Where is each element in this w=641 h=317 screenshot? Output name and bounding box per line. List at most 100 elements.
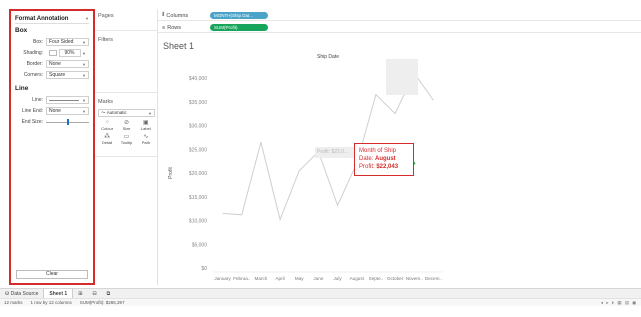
- corners-label: Corners:: [23, 72, 43, 78]
- status-marks: 12 marks: [4, 300, 23, 305]
- border-dropdown[interactable]: None ▼: [46, 60, 89, 68]
- annotation-profit-value: $22,043: [376, 164, 399, 170]
- tooltip-button[interactable]: ▭ Tooltip: [117, 133, 135, 146]
- corners-row: Corners: Square ▼: [15, 70, 89, 80]
- shading-swatch[interactable]: [49, 50, 57, 56]
- rows-pill[interactable]: SUM(Profit): [210, 24, 268, 31]
- x-tick-label: Septe..: [369, 276, 384, 281]
- end-size-slider[interactable]: [46, 118, 89, 126]
- marks-title: Marks: [98, 99, 113, 105]
- corners-dropdown[interactable]: Square ▼: [46, 71, 89, 79]
- chevron-down-icon: ▼: [82, 39, 86, 45]
- data-source-tab[interactable]: ⛁ Data Source: [0, 289, 43, 299]
- annotation-line1: Month of Ship: [359, 148, 397, 154]
- border-row: Border: None ▼: [15, 59, 89, 69]
- y-tick-label: $25,000: [189, 147, 207, 153]
- y-axis-label: Profit: [168, 167, 174, 179]
- y-tick-label: $10,000: [189, 219, 207, 225]
- annotation-date-label: Date:: [359, 156, 374, 162]
- size-label: Size: [122, 126, 131, 131]
- slider-thumb[interactable]: [67, 119, 69, 125]
- path-button[interactable]: ∿ Path: [137, 133, 155, 146]
- y-tick-label: $35,000: [189, 100, 207, 106]
- label-label: Label: [140, 126, 151, 131]
- x-tick-label: January: [214, 276, 231, 281]
- shelves-panel: Pages Filters Marks 〜 Automatic ▼ ⁘ Colou…: [95, 9, 158, 285]
- mark-buttons: ⁘ Colour ⊘ Size ▣ Label ⁂ Detail ▭ Tooltip ∿ P…: [98, 119, 155, 146]
- annotation-date-value: August: [375, 156, 396, 162]
- ghost-annotation-box: [386, 59, 418, 95]
- x-tick-label: July: [333, 276, 342, 281]
- colour-label: Colour: [101, 126, 114, 131]
- chevron-down-icon: ▼: [82, 97, 86, 103]
- line-row: Line: ▼: [15, 95, 89, 105]
- chevron-down-icon: ▼: [82, 72, 86, 78]
- shading-control[interactable]: 90% ▼: [46, 49, 89, 57]
- annotation-line3: Profit: $22,043: [359, 163, 409, 171]
- detail-label: Detail: [102, 140, 113, 145]
- marks-card: Marks 〜 Automatic ▼ ⁘ Colour ⊘ Size ▣ Label…: [95, 95, 158, 157]
- format-pane-header: Format Annotation ▼: [15, 14, 89, 24]
- rows-shelf[interactable]: ≡ Rows SUM(Profit): [158, 23, 641, 33]
- new-dashboard-icon[interactable]: ⊟: [87, 289, 101, 299]
- box-section-title: Box: [15, 27, 28, 34]
- status-bar: 12 marks 1 row by 12 columns SUM(Profit)…: [0, 298, 641, 306]
- line-style-dropdown[interactable]: ▼: [46, 96, 89, 104]
- format-pane-title: Format Annotation: [15, 15, 69, 22]
- size-button[interactable]: ⊘ Size: [117, 119, 135, 132]
- shading-label: Shading:: [23, 50, 43, 56]
- tooltip-label: Tooltip: [120, 140, 133, 145]
- status-rows-cols: 1 row by 12 columns: [30, 300, 72, 305]
- line-section-title: Line: [15, 85, 29, 92]
- clear-button[interactable]: Clear: [16, 270, 88, 279]
- end-size-row: End Size:: [15, 117, 89, 127]
- filters-title: Filters: [98, 37, 113, 43]
- line-label: Line:: [32, 97, 43, 103]
- columns-icon: ⦀: [162, 12, 165, 18]
- x-tick-label: August: [350, 276, 365, 281]
- path-label: Path: [141, 140, 150, 145]
- rows-label: Rows: [167, 24, 181, 31]
- pages-card[interactable]: Pages: [95, 9, 158, 31]
- y-tick-label: $40,000: [189, 76, 207, 82]
- box-label: Box:: [32, 39, 43, 45]
- annotation-profit-label: Profit:: [359, 164, 375, 170]
- sheet-navigation-icons[interactable]: ◂ ▸ ⏵ ▦ ▤ ◼: [601, 300, 637, 306]
- new-story-icon[interactable]: ⧉: [102, 289, 116, 299]
- sheet1-tab[interactable]: Sheet 1: [43, 288, 74, 299]
- annotation-line2: Date: August: [359, 155, 409, 163]
- box-row: Box: Four Sided ▼: [15, 37, 89, 47]
- x-tick-label: Decem..: [425, 276, 442, 281]
- annotation-box[interactable]: Month of Ship Date: August Profit: $22,0…: [354, 143, 414, 176]
- columns-label: Columns: [166, 12, 189, 19]
- mark-type-dropdown[interactable]: 〜 Automatic ▼: [98, 109, 155, 117]
- chevron-down-icon: ▼: [82, 108, 86, 114]
- new-worksheet-icon[interactable]: ⊞: [73, 289, 87, 299]
- ghost-annotation-tooltip: Profit: $22,0...: [315, 147, 357, 158]
- box-dropdown[interactable]: Four Sided ▼: [46, 38, 89, 46]
- mark-type-value: Automatic: [106, 110, 127, 115]
- chevron-down-icon: ▼: [148, 110, 152, 116]
- y-tick-label: $5,000: [192, 242, 208, 248]
- data-source-label: Data Source: [10, 290, 39, 297]
- label-button[interactable]: ▣ Label: [137, 119, 155, 132]
- filters-card[interactable]: Filters: [95, 33, 158, 93]
- columns-shelf[interactable]: ⦀ Columns MONTH(Ship Dat...: [158, 11, 641, 21]
- chevron-down-icon[interactable]: ▼: [85, 16, 89, 21]
- line-end-value: None: [49, 108, 61, 114]
- shading-percent[interactable]: 90%: [58, 49, 81, 57]
- line-end-dropdown[interactable]: None ▼: [46, 107, 89, 115]
- pages-title: Pages: [98, 13, 114, 19]
- rows-icon: ≡: [162, 24, 166, 31]
- columns-pill[interactable]: MONTH(Ship Dat...: [210, 12, 268, 19]
- tableau-window: Format Annotation ▼ Box Box: Four Sided …: [0, 0, 641, 317]
- line-end-row: Line End: None ▼: [15, 106, 89, 116]
- sheet-tab-bar: ⛁ Data Source Sheet 1 ⊞ ⊟ ⧉: [0, 288, 641, 299]
- colour-button[interactable]: ⁘ Colour: [98, 119, 116, 132]
- detail-button[interactable]: ⁂ Detail: [98, 133, 116, 146]
- line-end-label: Line End:: [21, 108, 43, 114]
- x-tick-label: Februa..: [233, 276, 250, 281]
- x-tick-label: October: [387, 276, 404, 281]
- status-sum: SUM(Profit): $286,397: [79, 300, 125, 305]
- border-label: Border:: [26, 61, 43, 67]
